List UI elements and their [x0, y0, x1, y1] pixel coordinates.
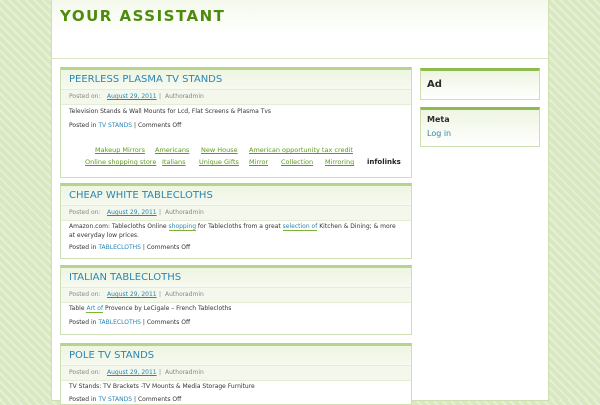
post-content: Table Art of Provence by LeCigale – Fren… — [69, 304, 403, 313]
in-text-link[interactable]: shopping — [168, 223, 197, 231]
site-title[interactable]: YOUR ASSISTANT — [60, 7, 225, 25]
content-text: Provence by LeCigale – French Tablecloth… — [103, 305, 232, 312]
category-link[interactable]: TV STANDS — [98, 122, 132, 129]
login-link[interactable]: Log in — [427, 129, 451, 138]
post-meta: Posted on: August 29, 2011 | Author: adm… — [61, 365, 411, 381]
infolinks-tag-cloud: Makeup Mirrors Americans New House Ameri… — [61, 144, 411, 174]
sidebar-meta-widget: Meta Log in — [420, 107, 540, 147]
author-label: Author: — [165, 369, 188, 376]
tag-link[interactable]: Unique Gifts — [199, 158, 239, 166]
meta-separator: | — [159, 209, 162, 216]
category-link[interactable]: TABLECLOTHS — [98, 244, 141, 251]
post-title-link[interactable]: POLE TV STANDS — [69, 350, 154, 361]
post-meta: Posted on: August 29, 2011 | Author: adm… — [61, 89, 411, 105]
tag-link[interactable]: Americans — [155, 146, 189, 154]
meta-separator: | — [159, 291, 162, 298]
comments-status: Comments Off — [137, 122, 182, 129]
post-content: Television Stands & Wall Mounts for Lcd,… — [69, 108, 272, 115]
post-author: admin — [185, 93, 204, 100]
content-text: Amazon.com: Tablecloths Online — [69, 223, 169, 230]
widget-title: Ad — [427, 79, 442, 90]
posted-in-label: Posted in — [69, 122, 97, 129]
post-author: admin — [185, 291, 204, 298]
infolinks-logo[interactable]: infolinks — [367, 158, 401, 166]
tag-link[interactable]: Collection — [281, 158, 313, 166]
widget-title: Meta — [427, 115, 450, 124]
post-date-link[interactable]: August 29, 2011 — [107, 206, 157, 220]
post-date-link[interactable]: August 29, 2011 — [107, 288, 157, 302]
content-text: for Tablecloths from a great — [196, 223, 283, 230]
post-title-link[interactable]: ITALIAN TABLECLOTHS — [69, 272, 181, 283]
post-footer: Posted in TABLECLOTHS | Comments Off — [69, 319, 190, 326]
author-label: Author: — [165, 209, 188, 216]
posted-on-label: Posted on: — [69, 93, 101, 100]
footer-separator: | — [142, 244, 145, 251]
post-meta: Posted on: August 29, 2011 | Author: adm… — [61, 205, 411, 221]
posted-in-label: Posted in — [69, 244, 97, 251]
post-date-link[interactable]: August 29, 2011 — [107, 90, 157, 104]
posted-on-label: Posted on: — [69, 209, 101, 216]
meta-separator: | — [159, 93, 162, 100]
comments-status: Comments Off — [146, 244, 191, 251]
footer-separator: | — [134, 122, 137, 129]
comments-status: Comments Off — [146, 319, 191, 326]
sidebar-ad-widget: Ad — [420, 68, 540, 100]
post-content: Amazon.com: Tablecloths Online shopping … — [69, 222, 403, 240]
posted-on-label: Posted on: — [69, 291, 101, 298]
in-text-link[interactable]: Art of — [86, 305, 104, 313]
post-pole-tv-stands: POLE TV STANDS Posted on: August 29, 201… — [60, 343, 412, 405]
post-author: admin — [185, 369, 204, 376]
page-container: YOUR ASSISTANT PEERLESS PLASMA TV STANDS… — [52, 0, 548, 405]
post-cheap-white-tablecloths: CHEAP WHITE TABLECLOTHS Posted on: Augus… — [60, 183, 412, 259]
post-peerless-plasma-tv-stands: PEERLESS PLASMA TV STANDS Posted on: Aug… — [60, 67, 412, 178]
author-label: Author: — [165, 93, 188, 100]
tag-link[interactable]: Makeup Mirrors — [95, 146, 145, 154]
tag-link[interactable]: Online shopping store — [85, 158, 156, 166]
post-content: TV Stands: TV Brackets -TV Mounts & Medi… — [69, 383, 255, 390]
in-text-link[interactable]: selection of — [282, 223, 318, 231]
tag-link[interactable]: Mirror — [249, 158, 268, 166]
meta-separator: | — [159, 369, 162, 376]
footer-separator: | — [142, 319, 145, 326]
posted-on-label: Posted on: — [69, 369, 101, 376]
post-italian-tablecloths: ITALIAN TABLECLOTHS Posted on: August 29… — [60, 265, 412, 335]
tag-link[interactable]: Mirroring — [325, 158, 354, 166]
post-author: admin — [185, 209, 204, 216]
post-meta: Posted on: August 29, 2011 | Author: adm… — [61, 287, 411, 303]
post-footer: Posted in TABLECLOTHS | Comments Off — [69, 244, 190, 251]
post-footer: Posted in TV STANDS | Comments Off — [69, 122, 181, 129]
tag-link[interactable]: New House — [201, 146, 238, 154]
post-title-link[interactable]: CHEAP WHITE TABLECLOTHS — [69, 190, 213, 201]
posted-in-label: Posted in — [69, 319, 97, 326]
content-text: Table — [69, 305, 87, 312]
post-date-link[interactable]: August 29, 2011 — [107, 366, 157, 380]
tag-link[interactable]: American opportunity tax credit — [249, 146, 353, 154]
category-link[interactable]: TABLECLOTHS — [98, 319, 141, 326]
site-header: YOUR ASSISTANT — [52, 0, 548, 59]
tag-link[interactable]: Italians — [162, 158, 186, 166]
post-title-link[interactable]: PEERLESS PLASMA TV STANDS — [69, 74, 222, 85]
author-label: Author: — [165, 291, 188, 298]
